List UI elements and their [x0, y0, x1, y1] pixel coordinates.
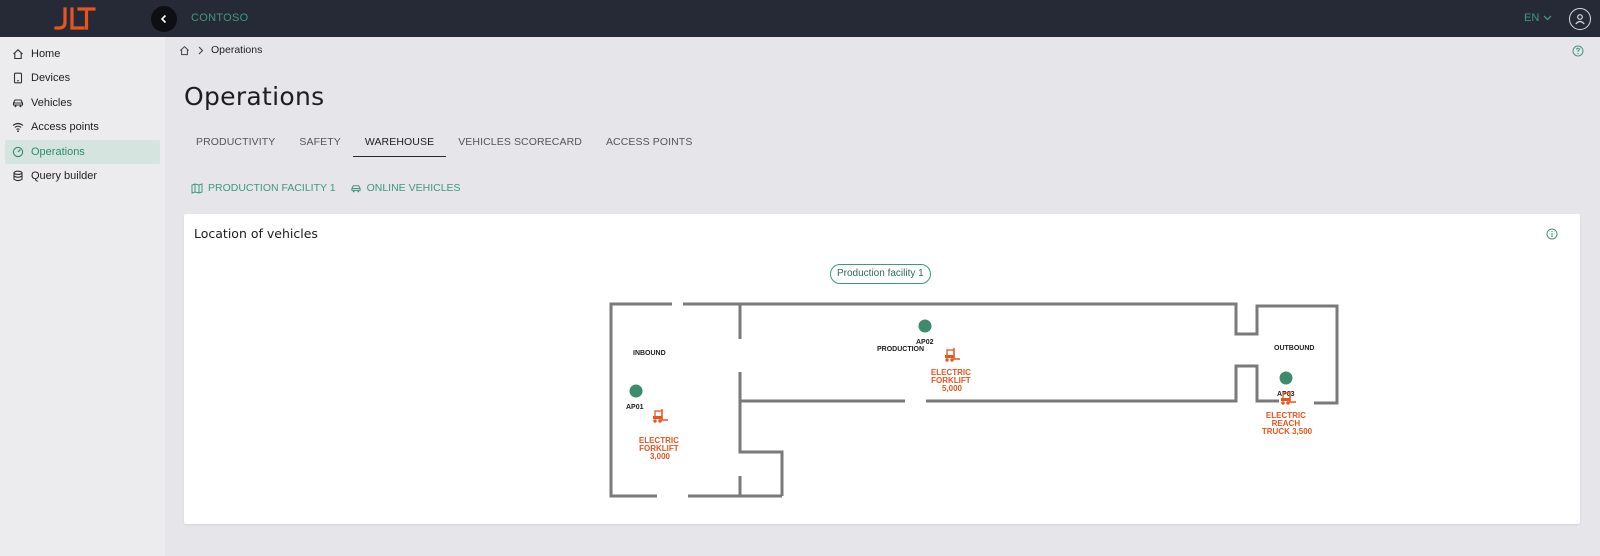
chevron-left-icon [160, 14, 167, 24]
facility-filter-label: PRODUCTION FACILITY 1 [208, 182, 336, 194]
sidebar-item-query-builder[interactable]: Query builder [5, 164, 160, 188]
location-of-vehicles-card: Location of vehicles Production facility… [184, 214, 1580, 524]
sidebar: Home Devices Vehicles Access points Oper… [0, 37, 165, 556]
sidebar-item-label: Home [31, 48, 61, 60]
tenant-name[interactable]: CONTOSO [191, 12, 249, 24]
zone-label-inbound: INBOUND [633, 350, 666, 357]
zone-label-production: PRODUCTION [877, 346, 924, 353]
tab-access-points[interactable]: ACCESS POINTS [594, 131, 704, 157]
map-icon [191, 182, 203, 194]
tab-safety[interactable]: SAFETY [287, 131, 352, 157]
jlt-logo[interactable] [53, 6, 97, 32]
sidebar-item-label: Operations [31, 146, 85, 158]
top-bar: CONTOSO EN [0, 0, 1600, 37]
home-icon [12, 48, 24, 60]
user-menu-button[interactable] [1569, 8, 1591, 30]
vehicle-label[interactable]: ELECTRIC REACH TRUCK 3,500 [1262, 411, 1313, 436]
floor-plan-walls [609, 302, 1339, 498]
car-icon [12, 97, 24, 109]
sidebar-item-label: Access points [31, 121, 99, 133]
user-icon [1575, 14, 1585, 25]
chevron-down-icon [1543, 15, 1552, 21]
page-title: Operations [184, 82, 325, 111]
help-icon[interactable] [1572, 45, 1584, 57]
database-icon [12, 170, 24, 182]
vehicle-label[interactable]: ELECTRIC FORKLIFT 5,000 [931, 368, 973, 393]
sidebar-item-vehicles[interactable]: Vehicles [5, 91, 160, 115]
sidebar-item-access-points[interactable]: Access points [5, 115, 160, 139]
tab-warehouse[interactable]: WAREHOUSE [352, 131, 447, 157]
access-point-label: AP03 [1277, 391, 1295, 398]
access-point-label: AP01 [626, 404, 644, 411]
chevron-right-icon [198, 46, 204, 54]
sidebar-item-operations[interactable]: Operations [5, 140, 160, 164]
sidebar-item-label: Vehicles [31, 97, 72, 109]
sidebar-item-home[interactable]: Home [5, 42, 160, 66]
home-icon[interactable] [179, 45, 190, 56]
online-vehicles-filter-label: ONLINE VEHICLES [366, 182, 461, 194]
sidebar-item-devices[interactable]: Devices [5, 66, 160, 90]
filter-bar: PRODUCTION FACILITY 1 ONLINE VEHICLES [191, 182, 461, 194]
access-point-marker[interactable] [629, 384, 643, 398]
access-point-marker[interactable] [918, 319, 932, 333]
tab-vehicles-scorecard[interactable]: VEHICLES SCORECARD [446, 131, 594, 157]
zone-label-outbound: OUTBOUND [1274, 345, 1314, 352]
online-vehicles-filter-button[interactable]: ONLINE VEHICLES [350, 182, 461, 194]
facility-filter-button[interactable]: PRODUCTION FACILITY 1 [191, 182, 336, 194]
language-selector[interactable]: EN [1524, 12, 1552, 24]
sidebar-item-label: Devices [31, 72, 71, 84]
forklift-icon[interactable] [653, 409, 668, 423]
warehouse-floor-map: INBOUND PRODUCTION OUTBOUND AP01 AP02 AP… [609, 302, 1339, 498]
tablet-icon [12, 72, 24, 84]
car-icon [350, 184, 361, 192]
tab-bar: PRODUCTIVITY SAFETY WAREHOUSE VEHICLES S… [184, 131, 704, 157]
access-point-marker[interactable] [1279, 371, 1293, 385]
breadcrumb: Operations [179, 44, 262, 56]
collapse-sidebar-button[interactable] [151, 6, 177, 32]
gauge-icon [12, 146, 24, 158]
breadcrumb-current: Operations [211, 44, 263, 56]
access-point-label: AP02 [916, 339, 934, 346]
language-label: EN [1524, 12, 1540, 24]
wifi-icon [12, 121, 24, 133]
vehicle-label[interactable]: ELECTRIC FORKLIFT 3,000 [639, 436, 681, 461]
forklift-icon[interactable] [945, 348, 960, 362]
tab-productivity[interactable]: PRODUCTIVITY [184, 131, 287, 157]
sidebar-item-label: Query builder [31, 170, 98, 182]
